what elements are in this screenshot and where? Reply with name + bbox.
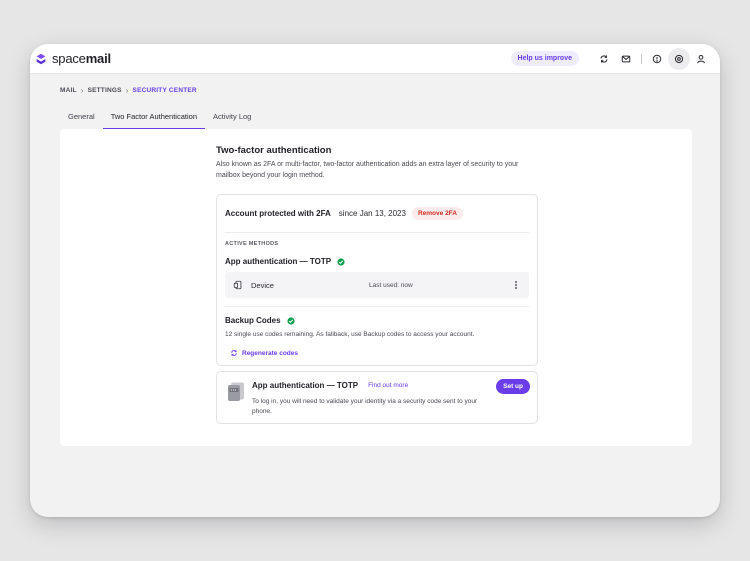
device-last-used: Last used: now — [369, 281, 413, 289]
app-window: spacemail Help us improve MAIL › SETTING… — [30, 44, 720, 517]
more-vertical-icon[interactable] — [511, 280, 521, 290]
top-bar: spacemail Help us improve — [30, 44, 720, 74]
refresh-icon — [231, 350, 237, 356]
totp-setup-title: App authentication — TOTP — [252, 381, 359, 390]
breadcrumb-security-center: SECURITY CENTER — [132, 87, 197, 94]
settings-tabs: General Two Factor Authentication Activi… — [60, 109, 259, 129]
chevron-right-icon: › — [80, 86, 84, 95]
breadcrumb: MAIL › SETTINGS › SECURITY CENTER — [60, 86, 197, 95]
tab-two-factor-authentication[interactable]: Two Factor Authentication — [102, 109, 206, 129]
backup-codes-description: 12 single use codes remaining. As fallba… — [225, 331, 475, 338]
remove-2fa-button[interactable]: Remove 2FA — [411, 207, 463, 220]
content-panel: Two-factor authentication Also known as … — [60, 129, 692, 446]
spacemail-logo-icon — [36, 53, 46, 64]
backup-codes-title: Backup Codes — [225, 316, 529, 325]
help-button[interactable] — [646, 48, 668, 70]
settings-button[interactable] — [668, 47, 690, 70]
device-icon — [233, 280, 242, 290]
breadcrumb-mail[interactable]: MAIL — [60, 87, 77, 94]
sync-button[interactable] — [593, 48, 615, 70]
regenerate-codes-label: Regenerate codes — [242, 349, 298, 357]
device-row: Device Last used: now — [225, 272, 529, 298]
totp-method-label: App authentication — TOTP — [225, 257, 332, 266]
device-name: Device — [251, 280, 274, 290]
brand-name: spacemail — [52, 51, 111, 66]
totp-setup-header: App authentication — TOTP Find out more — [252, 381, 408, 390]
protected-title: Account protected with 2FA — [225, 209, 331, 218]
check-circle-icon — [286, 316, 295, 325]
find-out-more-link[interactable]: Find out more — [368, 382, 408, 389]
regenerate-codes-button[interactable]: Regenerate codes — [230, 348, 529, 358]
help-us-improve-button[interactable]: Help us improve — [510, 51, 579, 66]
account-button[interactable] — [690, 48, 712, 70]
chevron-right-icon: › — [125, 86, 129, 95]
section-title: Two-factor authentication — [216, 145, 332, 156]
totp-method-title: App authentication — TOTP — [225, 257, 529, 266]
help-circle-icon — [652, 54, 662, 63]
set-up-button[interactable]: Set up — [496, 379, 530, 394]
sync-icon — [600, 54, 608, 63]
section-description: Also known as 2FA or multi-factor, two-f… — [216, 161, 519, 179]
active-methods-label: ACTIVE METHODS — [225, 241, 279, 247]
user-icon — [697, 54, 705, 63]
top-actions: Help us improve — [510, 47, 712, 70]
backup-codes-label: Backup Codes — [225, 316, 281, 325]
check-circle-icon — [337, 257, 345, 266]
protected-since: since Jan 13, 2023 — [338, 209, 406, 218]
two-factor-section: Two-factor authentication Also known as … — [216, 145, 538, 424]
breadcrumb-settings[interactable]: SETTINGS — [88, 87, 122, 94]
protected-card-header: Account protected with 2FA since Jan 13,… — [225, 195, 529, 233]
totp-setup-description: To log in, you will need to validate you… — [252, 398, 478, 415]
mail-icon — [621, 55, 631, 62]
divider — [641, 53, 642, 64]
totp-setup-card: App authentication — TOTP Find out more … — [216, 371, 538, 424]
divider — [225, 306, 529, 307]
mail-button[interactable] — [615, 48, 637, 70]
logo[interactable]: spacemail — [34, 51, 111, 66]
protected-card: Account protected with 2FA since Jan 13,… — [216, 194, 538, 366]
tab-activity-log[interactable]: Activity Log — [205, 109, 259, 129]
authenticator-app-icon — [228, 382, 244, 401]
settings-icon — [674, 54, 684, 63]
tab-general[interactable]: General — [60, 109, 103, 129]
